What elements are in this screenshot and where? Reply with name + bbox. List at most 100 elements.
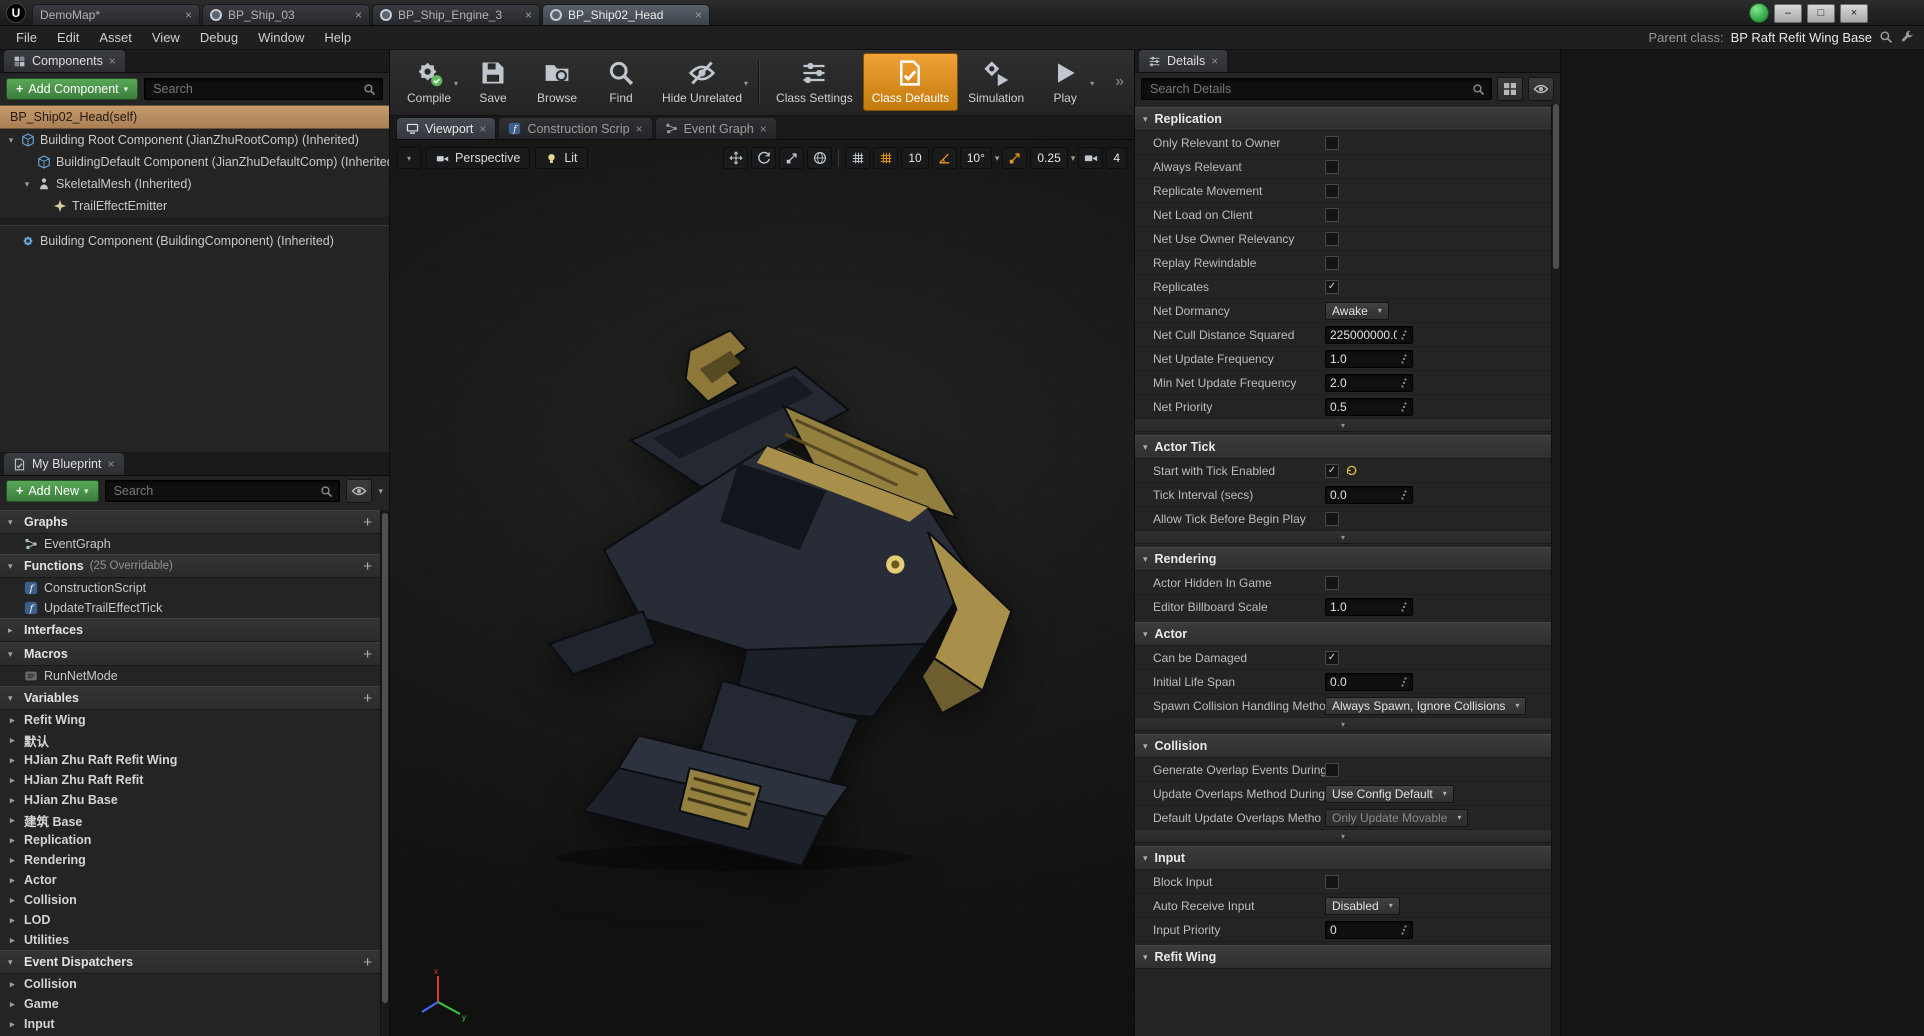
rotation-snap-button[interactable] <box>932 147 957 169</box>
revert-to-default-icon[interactable] <box>1345 464 1358 477</box>
property-checkbox[interactable] <box>1325 136 1339 150</box>
class-settings-button[interactable]: Class Settings <box>768 53 861 111</box>
drag-handle-icon[interactable] <box>1400 924 1408 936</box>
source-control-status-icon[interactable] <box>1749 3 1769 23</box>
section-header-actor-tick[interactable]: ▾Actor Tick <box>1135 435 1551 459</box>
property-checkbox[interactable] <box>1325 576 1339 590</box>
property-checkbox[interactable] <box>1325 160 1339 174</box>
perspective-button[interactable]: Perspective <box>426 147 530 169</box>
close-tab-icon[interactable]: × <box>479 122 486 136</box>
grid-snap-value[interactable]: 10 <box>901 147 928 169</box>
section-header-collision[interactable]: ▾Collision <box>1135 734 1551 758</box>
menu-debug[interactable]: Debug <box>190 27 248 48</box>
search-icon[interactable] <box>1879 30 1893 44</box>
close-tab-icon[interactable]: × <box>355 9 362 21</box>
scale-snap-value[interactable]: 0.25 <box>1030 147 1067 169</box>
parent-class-value[interactable]: BP Raft Refit Wing Base <box>1731 30 1872 45</box>
mb-section-functions[interactable]: ▾Functions(25 Overridable)+ <box>0 554 380 578</box>
mb-category-hjian-zhu-base[interactable]: ▸HJian Zhu Base <box>0 790 380 810</box>
close-tab-icon[interactable]: × <box>1211 54 1218 68</box>
mb-section-variables[interactable]: ▾Variables+ <box>0 686 380 710</box>
property-checkbox[interactable] <box>1325 512 1339 526</box>
add-icon[interactable]: + <box>363 559 372 574</box>
mb-category-utilities[interactable]: ▸Utilities <box>0 930 380 950</box>
mb-category-hjian-zhu-raft-refit-wing[interactable]: ▸HJian Zhu Raft Refit Wing <box>0 750 380 770</box>
mb-section-interfaces[interactable]: ▸Interfaces <box>0 618 380 642</box>
mb-category-collision[interactable]: ▸Collision <box>0 890 380 910</box>
camera-speed-value[interactable]: 4 <box>1106 147 1127 169</box>
add-icon[interactable]: + <box>363 647 372 662</box>
section-expander[interactable]: ▾ <box>1135 531 1551 544</box>
mb-category-input[interactable]: ▸Input <box>0 1014 380 1034</box>
property-dropdown[interactable]: Disabled▾ <box>1325 897 1400 915</box>
drag-handle-icon[interactable] <box>1400 353 1408 365</box>
property-number-input[interactable]: 0.5 <box>1325 398 1413 416</box>
my-blueprint-search[interactable] <box>105 480 341 502</box>
property-checkbox[interactable]: ✓ <box>1325 464 1339 478</box>
mb-section-macros[interactable]: ▾Macros+ <box>0 642 380 666</box>
property-checkbox[interactable] <box>1325 763 1339 777</box>
my-blueprint-scrollbar[interactable] <box>380 510 389 1036</box>
drag-handle-icon[interactable] <box>1400 676 1408 688</box>
menu-file[interactable]: File <box>6 27 47 48</box>
camera-speed-button[interactable] <box>1078 147 1103 169</box>
property-checkbox[interactable]: ✓ <box>1325 280 1339 294</box>
mb-section-event-dispatchers[interactable]: ▾Event Dispatchers+ <box>0 950 380 974</box>
rotate-tool-button[interactable] <box>751 147 776 169</box>
chevron-down-icon[interactable]: ▾ <box>454 79 458 88</box>
property-dropdown[interactable]: Always Spawn, Ignore Collisions▾ <box>1325 697 1526 715</box>
simulation-button[interactable]: Simulation <box>960 53 1032 111</box>
tab-details[interactable]: Details × <box>1138 49 1228 72</box>
add-icon[interactable]: + <box>363 515 372 530</box>
chevron-down-icon[interactable]: ▾ <box>744 79 748 88</box>
menu-window[interactable]: Window <box>248 27 314 48</box>
move-tool-button[interactable] <box>723 147 748 169</box>
component-row-traileffectemitter[interactable]: TrailEffectEmitter <box>0 195 389 217</box>
play-button[interactable]: Play▾ <box>1034 53 1096 111</box>
menu-help[interactable]: Help <box>314 27 361 48</box>
close-tab-icon[interactable]: × <box>107 457 114 471</box>
details-scrollbar[interactable] <box>1551 104 1560 1036</box>
menu-view[interactable]: View <box>142 27 190 48</box>
maximize-button[interactable]: □ <box>1807 4 1835 23</box>
menu-asset[interactable]: Asset <box>89 27 142 48</box>
property-checkbox[interactable] <box>1325 184 1339 198</box>
property-number-input[interactable]: 1.0 <box>1325 598 1413 616</box>
components-search-input[interactable] <box>151 81 357 97</box>
tab-components[interactable]: Components × <box>3 49 126 72</box>
section-expander[interactable]: ▾ <box>1135 830 1551 843</box>
scale-snap-button[interactable] <box>1002 147 1027 169</box>
wrench-icon[interactable] <box>1900 30 1914 44</box>
close-button[interactable]: × <box>1840 4 1868 23</box>
menu-edit[interactable]: Edit <box>47 27 89 48</box>
mb-item-constructionscript[interactable]: fConstructionScript <box>0 578 380 598</box>
section-header-actor[interactable]: ▾Actor <box>1135 622 1551 646</box>
tab-my-blueprint[interactable]: My Blueprint × <box>3 452 125 475</box>
browse-button[interactable]: Browse <box>526 53 588 111</box>
window-tab-bp-ship-03[interactable]: BP_Ship_03× <box>202 4 370 25</box>
drag-handle-icon[interactable] <box>1400 329 1408 341</box>
property-number-input[interactable]: 2.0 <box>1325 374 1413 392</box>
section-header-input[interactable]: ▾Input <box>1135 846 1551 870</box>
mb-category-lod[interactable]: ▸LOD <box>0 910 380 930</box>
mb-category-item[interactable]: ▸默认 <box>0 730 380 750</box>
close-tab-icon[interactable]: × <box>525 9 532 21</box>
close-tab-icon[interactable]: × <box>636 122 643 136</box>
coordinate-space-button[interactable] <box>807 147 832 169</box>
mb-category-collision[interactable]: ▸Collision <box>0 974 380 994</box>
property-checkbox[interactable]: ✓ <box>1325 651 1339 665</box>
viewport-options-button[interactable]: ▾ <box>397 147 421 169</box>
details-search[interactable] <box>1141 78 1492 100</box>
mb-category-replication[interactable]: ▸Replication <box>0 830 380 850</box>
property-dropdown[interactable]: Use Config Default▾ <box>1325 785 1454 803</box>
section-header-rendering[interactable]: ▾Rendering <box>1135 547 1551 571</box>
section-header-refit-wing[interactable]: ▾Refit Wing <box>1135 945 1551 969</box>
window-tab-demomap[interactable]: DemoMap*× <box>32 4 200 25</box>
property-checkbox[interactable] <box>1325 208 1339 222</box>
details-search-input[interactable] <box>1148 81 1466 97</box>
drag-handle-icon[interactable] <box>1400 601 1408 613</box>
window-tab-bp-ship02-head[interactable]: BP_Ship02_Head× <box>542 4 710 25</box>
property-number-input[interactable]: 1.0 <box>1325 350 1413 368</box>
lit-button[interactable]: Lit <box>535 147 587 169</box>
property-checkbox[interactable] <box>1325 875 1339 889</box>
